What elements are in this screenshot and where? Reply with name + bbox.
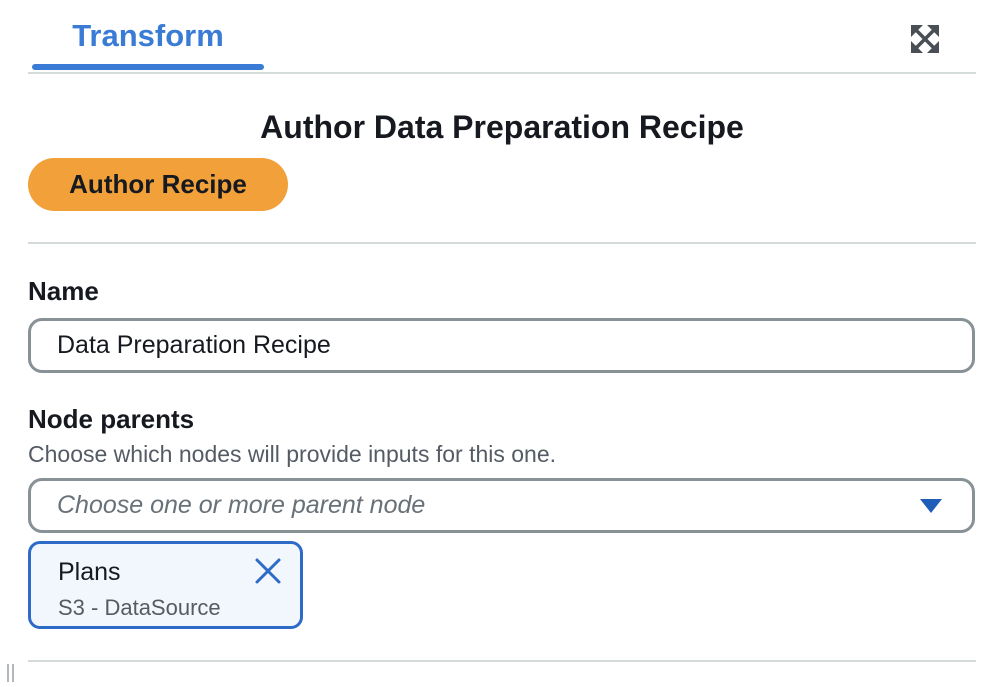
caret-down-icon <box>920 499 942 513</box>
name-label: Name <box>28 276 99 306</box>
expand-arrows-icon[interactable] <box>908 22 942 56</box>
token-title: Plans <box>58 558 121 586</box>
active-tab-indicator <box>32 64 264 70</box>
node-parents-select[interactable]: Choose one or more parent node <box>28 478 975 533</box>
resize-handle-icon[interactable] <box>6 662 16 682</box>
name-input[interactable]: Data Preparation Recipe <box>28 318 975 373</box>
tab-bar: Transform <box>28 0 976 74</box>
selected-parent-token: Plans S3 - DataSource <box>28 541 303 629</box>
close-icon[interactable] <box>253 556 283 586</box>
panel-heading: Author Data Preparation Recipe <box>260 109 744 145</box>
section-divider <box>28 660 976 662</box>
author-recipe-button[interactable]: Author Recipe <box>28 158 288 211</box>
token-subtitle: S3 - DataSource <box>58 595 221 620</box>
node-parents-description: Choose which nodes will provide inputs f… <box>28 441 557 467</box>
select-placeholder: Choose one or more parent node <box>57 491 426 519</box>
node-parents-label: Node parents <box>28 404 195 434</box>
tab-transform[interactable]: Transform <box>32 14 264 58</box>
section-divider <box>28 242 976 244</box>
